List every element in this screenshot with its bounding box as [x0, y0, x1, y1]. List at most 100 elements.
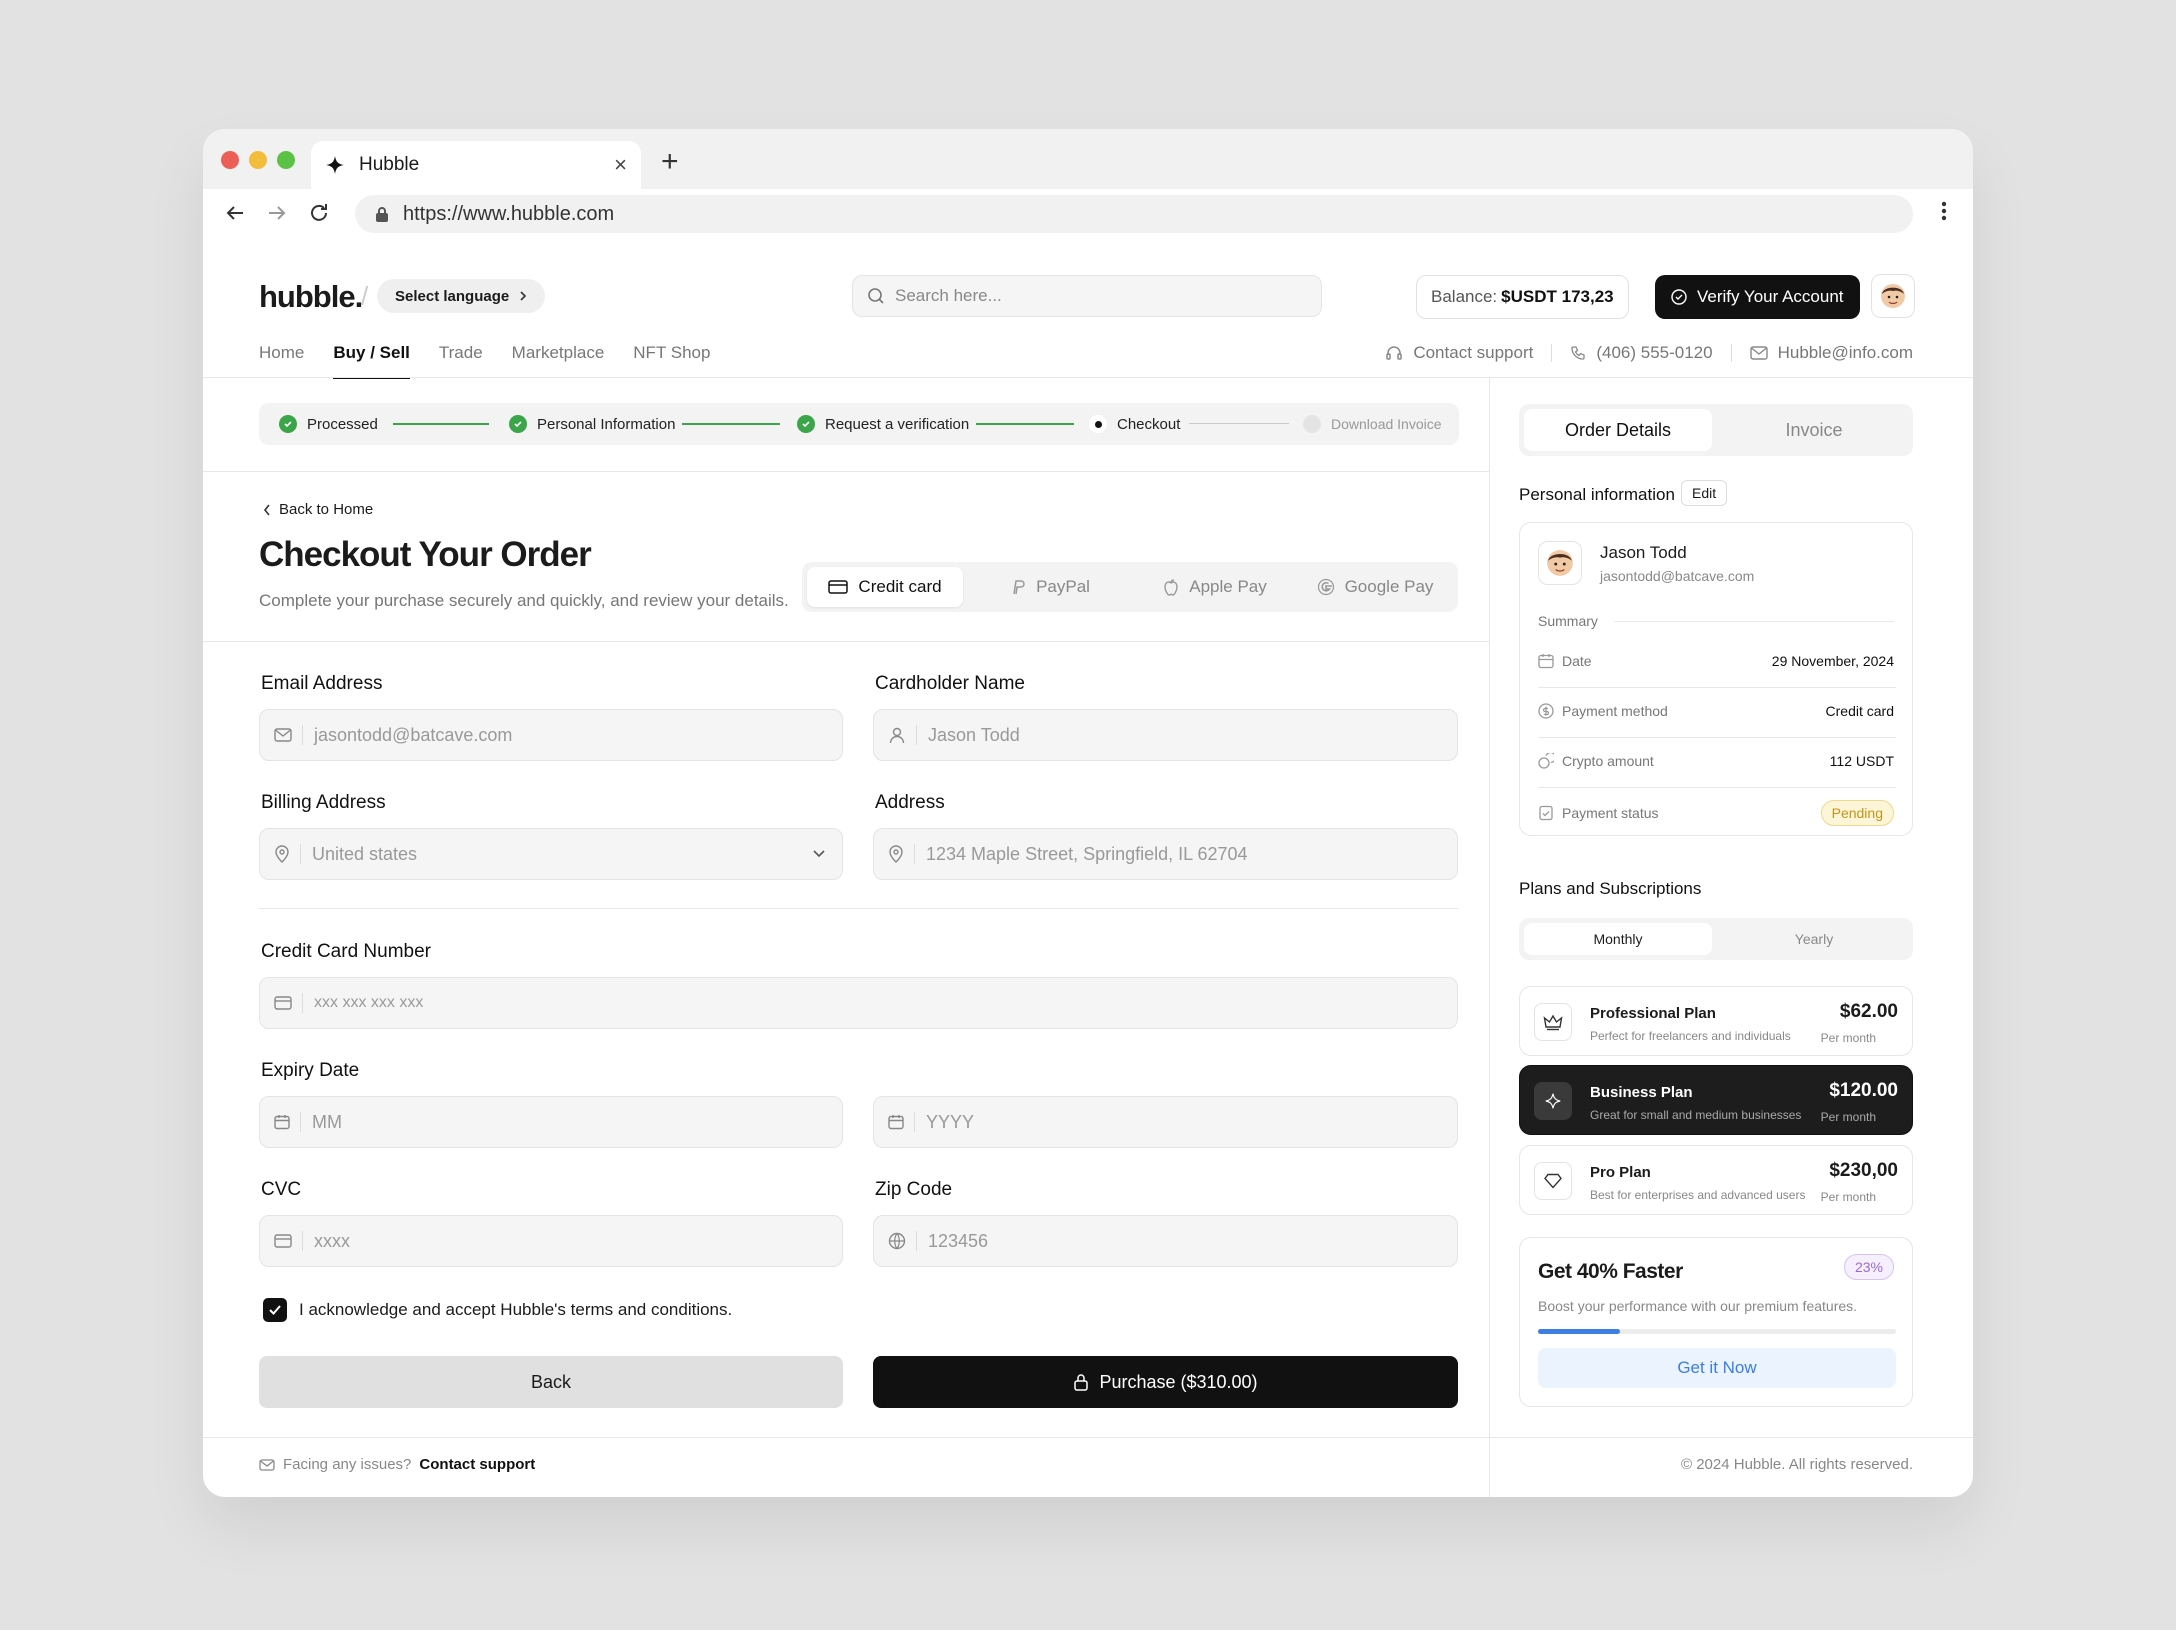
- plan-pro[interactable]: Pro Plan Best for enterprises and advanc…: [1519, 1145, 1913, 1215]
- terms-checkbox[interactable]: [263, 1298, 287, 1322]
- promo-badge: 23%: [1843, 1254, 1894, 1280]
- tab-title: Hubble: [359, 154, 420, 175]
- sparkle-icon: [325, 155, 345, 175]
- divider: [1730, 344, 1732, 362]
- phone-link[interactable]: (406) 555-0120: [1570, 343, 1713, 363]
- close-tab-icon[interactable]: ×: [614, 152, 627, 178]
- email-label: Email Address: [261, 673, 383, 694]
- tab-order-details[interactable]: Order Details: [1524, 409, 1712, 451]
- expiry-year-field[interactable]: YYYY: [873, 1096, 1458, 1148]
- summary-card: Jason Todd jasontodd@batcave.com Summary…: [1519, 522, 1913, 836]
- step-download-invoice: Download Invoice: [1303, 403, 1442, 445]
- search-input[interactable]: Search here...: [852, 275, 1322, 317]
- calendar-icon: [1538, 653, 1554, 669]
- cvc-label: CVC: [261, 1179, 302, 1200]
- divider: [1538, 737, 1896, 738]
- check-icon: [797, 415, 815, 433]
- copyright: © 2024 Hubble. All rights reserved.: [1680, 1456, 1913, 1473]
- divider: [203, 377, 1973, 378]
- nav-nft-shop[interactable]: NFT Shop: [633, 343, 710, 363]
- promo-description: Boost your performance with our premium …: [1538, 1298, 1858, 1314]
- new-tab-button[interactable]: +: [661, 145, 679, 179]
- order-tabs: Order Details Invoice: [1519, 404, 1913, 456]
- nav-buy-sell[interactable]: Buy / Sell: [333, 343, 410, 379]
- divider: [203, 1437, 1973, 1438]
- mail-icon: [274, 725, 303, 745]
- search-icon: [867, 287, 885, 305]
- verify-account-button[interactable]: Verify Your Account: [1655, 275, 1860, 319]
- divider: [203, 471, 1489, 472]
- terms-checkbox-row[interactable]: I acknowledge and accept Hubble's terms …: [263, 1298, 732, 1322]
- more-menu-icon[interactable]: [1941, 199, 1947, 223]
- url-text: https://www.hubble.com: [403, 202, 615, 225]
- browser-tab[interactable]: Hubble ×: [311, 141, 641, 189]
- summary-row-date: Date 29 November, 2024: [1538, 653, 1894, 669]
- tab-credit-card[interactable]: Credit card: [807, 567, 963, 607]
- divider: [1538, 687, 1896, 688]
- cardholder-label: Cardholder Name: [875, 673, 1025, 694]
- zip-code-label: Zip Code: [875, 1179, 953, 1200]
- nav-marketplace[interactable]: Marketplace: [512, 343, 605, 363]
- purchase-button[interactable]: Purchase ($310.00): [873, 1356, 1458, 1408]
- crown-icon: [1534, 1003, 1572, 1041]
- search-placeholder: Search here...: [895, 286, 1002, 305]
- toggle-monthly[interactable]: Monthly: [1524, 923, 1712, 955]
- cvc-field[interactable]: xxxx: [259, 1215, 843, 1267]
- divider: [259, 908, 1458, 909]
- step-processed: Processed: [279, 403, 378, 445]
- promo-progress-track: [1538, 1329, 1896, 1334]
- back-to-home-link[interactable]: Back to Home: [263, 501, 373, 518]
- check-icon: [509, 415, 527, 433]
- back-button[interactable]: Back: [259, 1356, 843, 1408]
- billing-address-select[interactable]: United states: [259, 828, 843, 880]
- paypal-icon: [1010, 578, 1026, 596]
- current-step-icon: [1089, 415, 1107, 433]
- nav-trade[interactable]: Trade: [439, 343, 483, 363]
- minimize-window-button[interactable]: [249, 151, 267, 169]
- forward-arrow-icon[interactable]: [265, 201, 289, 225]
- check-circle-icon: [1671, 289, 1687, 305]
- tab-paypal[interactable]: PayPal: [972, 567, 1128, 607]
- divider: [1551, 344, 1553, 362]
- summary-label-row: Summary: [1538, 613, 1894, 629]
- email-field[interactable]: jasontodd@batcave.com: [259, 709, 843, 761]
- tab-apple-pay[interactable]: Apple Pay: [1137, 567, 1293, 607]
- select-language-button[interactable]: Select language: [377, 279, 546, 313]
- page-subtitle: Complete your purchase securely and quic…: [259, 591, 789, 610]
- footer-contact-link[interactable]: Contact support: [419, 1456, 535, 1473]
- nav-home[interactable]: Home: [259, 343, 304, 363]
- logo[interactable]: hubble.: [259, 279, 363, 315]
- tab-invoice[interactable]: Invoice: [1720, 409, 1908, 451]
- cardholder-field[interactable]: Jason Todd: [873, 709, 1458, 761]
- headset-icon: [1385, 344, 1403, 362]
- back-arrow-icon[interactable]: [223, 201, 247, 225]
- google-icon: [1317, 578, 1335, 596]
- plan-professional[interactable]: Professional Plan Perfect for freelancer…: [1519, 986, 1913, 1056]
- chevron-right-icon: [519, 290, 527, 302]
- maximize-window-button[interactable]: [277, 151, 295, 169]
- expiry-month-field[interactable]: MM: [259, 1096, 843, 1148]
- chevron-left-icon: [263, 503, 271, 517]
- contact-support-link[interactable]: Contact support: [1385, 343, 1533, 363]
- promo-card: Get 40% Faster 23% Boost your performanc…: [1519, 1237, 1913, 1407]
- main-nav: Home Buy / Sell Trade Marketplace NFT Sh…: [259, 343, 710, 379]
- credit-card-icon: [274, 993, 303, 1013]
- edit-button[interactable]: Edit: [1681, 480, 1728, 506]
- lock-icon: [375, 206, 389, 222]
- tab-google-pay[interactable]: Google Pay: [1297, 567, 1453, 607]
- address-bar[interactable]: https://www.hubble.com: [355, 195, 1913, 233]
- zip-code-field[interactable]: 123456: [873, 1215, 1458, 1267]
- toggle-yearly[interactable]: Yearly: [1720, 923, 1908, 955]
- card-number-field[interactable]: xxx xxx xxx xxx: [259, 977, 1458, 1029]
- reload-icon[interactable]: [307, 201, 331, 225]
- footer-support: Facing any issues? Contact support: [259, 1456, 535, 1473]
- mail-icon: [1749, 346, 1768, 360]
- browser-window: Hubble × + https://www.hubble.com hubble…: [203, 129, 1973, 1497]
- get-it-now-button[interactable]: Get it Now: [1538, 1348, 1896, 1388]
- plan-business[interactable]: Business Plan Great for small and medium…: [1519, 1065, 1913, 1135]
- location-pin-icon: [888, 844, 915, 864]
- close-window-button[interactable]: [221, 151, 239, 169]
- address-field[interactable]: 1234 Maple Street, Springfield, IL 62704: [873, 828, 1458, 880]
- email-link[interactable]: Hubble@info.com: [1749, 343, 1913, 363]
- user-avatar[interactable]: [1871, 274, 1915, 318]
